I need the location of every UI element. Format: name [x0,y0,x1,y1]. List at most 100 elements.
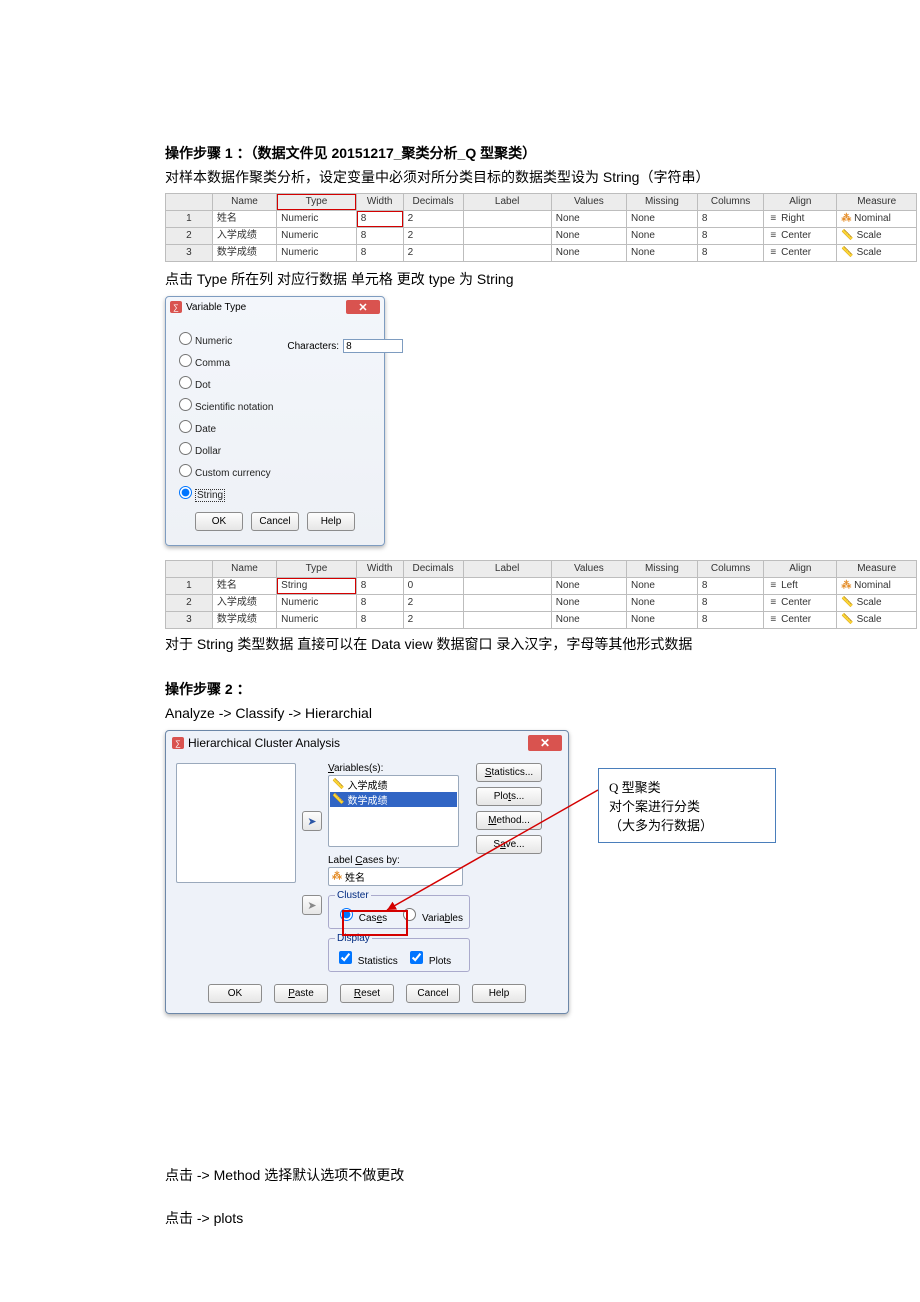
cell-measure[interactable]: ⁂ Nominal [837,210,917,227]
cell-type[interactable]: Numeric [277,227,357,244]
cell-width[interactable]: 8 [356,578,403,595]
radio-scientific[interactable]: Scientific notation [174,394,273,413]
cell-name[interactable]: 数学成绩 [212,612,276,629]
cell-name[interactable]: 姓名 [212,210,276,227]
plots-button[interactable]: Plots... [476,787,542,806]
cell-columns[interactable]: 8 [697,227,763,244]
label-cases-input[interactable]: ⁂ 姓名 [328,867,463,886]
cell-missing[interactable]: None [627,578,698,595]
cell-decimals[interactable]: 2 [403,612,463,629]
header-measure[interactable]: Measure [837,193,917,210]
cell-width[interactable]: 8 [356,210,403,227]
header-columns[interactable]: Columns [697,561,763,578]
radio-numeric[interactable]: Numeric [174,328,273,347]
cell-type[interactable]: Numeric [277,612,357,629]
cell-label[interactable] [463,210,551,227]
cell-missing[interactable]: None [627,227,698,244]
header-measure[interactable]: Measure [837,561,917,578]
header-width[interactable]: Width [356,561,403,578]
header-values[interactable]: Values [551,193,626,210]
cell-name[interactable]: 入学成绩 [212,227,276,244]
cell-align[interactable]: ≡ Center [764,244,837,261]
statistics-button[interactable]: Statistics... [476,763,542,782]
radio-variables[interactable]: Variables [398,913,463,924]
ok-button[interactable]: OK [208,984,262,1003]
cell-values[interactable]: None [551,244,626,261]
cell-type[interactable]: String [277,578,357,595]
cell-decimals[interactable]: 2 [403,227,463,244]
selected-variable-list[interactable]: 📏入学成绩 📏数学成绩 [328,775,459,847]
cell-measure[interactable]: ⁂ Nominal [837,578,917,595]
cell-decimals[interactable]: 2 [403,210,463,227]
close-icon[interactable]: ✕ [528,735,562,751]
source-variable-list[interactable] [176,763,296,883]
row-number[interactable]: 1 [166,210,213,227]
cell-name[interactable]: 入学成绩 [212,595,276,612]
help-button[interactable]: Help [307,512,355,531]
radio-cases[interactable]: Cases [335,913,387,924]
header-align[interactable]: Align [764,193,837,210]
header-missing[interactable]: Missing [627,193,698,210]
characters-input[interactable] [343,339,403,353]
cell-label[interactable] [463,612,551,629]
cell-values[interactable]: None [551,578,626,595]
cell-label[interactable] [463,595,551,612]
row-number[interactable]: 2 [166,595,213,612]
radio-dot[interactable]: Dot [174,372,273,391]
paste-button[interactable]: Paste [274,984,328,1003]
method-button[interactable]: Method... [476,811,542,830]
row-number[interactable]: 2 [166,227,213,244]
cell-columns[interactable]: 8 [697,210,763,227]
header-width[interactable]: Width [356,193,403,210]
check-statistics[interactable]: Statistics [335,956,398,967]
header-values[interactable]: Values [551,561,626,578]
cell-decimals[interactable]: 0 [403,578,463,595]
move-variable-button[interactable]: ➤ [302,811,322,831]
row-number[interactable]: 3 [166,244,213,261]
radio-string[interactable]: String [174,482,273,501]
row-number[interactable]: 3 [166,612,213,629]
check-plots[interactable]: Plots [406,956,451,967]
header-decimals[interactable]: Decimals [403,193,463,210]
cell-columns[interactable]: 8 [697,244,763,261]
radio-dollar[interactable]: Dollar [174,438,273,457]
header-decimals[interactable]: Decimals [403,561,463,578]
cell-align[interactable]: ≡ Left [764,578,837,595]
cell-values[interactable]: None [551,612,626,629]
cell-align[interactable]: ≡ Right [764,210,837,227]
cell-width[interactable]: 8 [356,244,403,261]
header-align[interactable]: Align [764,561,837,578]
save-button[interactable]: Save... [476,835,542,854]
cell-missing[interactable]: None [627,595,698,612]
cell-name[interactable]: 姓名 [212,578,276,595]
cancel-button[interactable]: Cancel [406,984,460,1003]
radio-comma[interactable]: Comma [174,350,273,369]
header-label[interactable]: Label [463,561,551,578]
cell-measure[interactable]: 📏 Scale [837,595,917,612]
header-name[interactable]: Name [212,193,276,210]
cell-measure[interactable]: 📏 Scale [837,612,917,629]
cell-decimals[interactable]: 2 [403,244,463,261]
cell-name[interactable]: 数学成绩 [212,244,276,261]
cell-values[interactable]: None [551,227,626,244]
cell-width[interactable]: 8 [356,595,403,612]
cell-columns[interactable]: 8 [697,612,763,629]
cell-missing[interactable]: None [627,612,698,629]
cell-measure[interactable]: 📏 Scale [837,244,917,261]
cell-label[interactable] [463,227,551,244]
cell-decimals[interactable]: 2 [403,595,463,612]
cell-values[interactable]: None [551,595,626,612]
cell-align[interactable]: ≡ Center [764,227,837,244]
cancel-button[interactable]: Cancel [251,512,299,531]
cell-missing[interactable]: None [627,244,698,261]
header-label[interactable]: Label [463,193,551,210]
cell-measure[interactable]: 📏 Scale [837,227,917,244]
cell-type[interactable]: Numeric [277,244,357,261]
move-label-button[interactable]: ➤ [302,895,322,915]
header-type[interactable]: Type [277,193,357,210]
cell-label[interactable] [463,578,551,595]
close-icon[interactable]: ✕ [346,300,380,314]
cell-columns[interactable]: 8 [697,595,763,612]
header-type[interactable]: Type [277,561,357,578]
cell-columns[interactable]: 8 [697,578,763,595]
